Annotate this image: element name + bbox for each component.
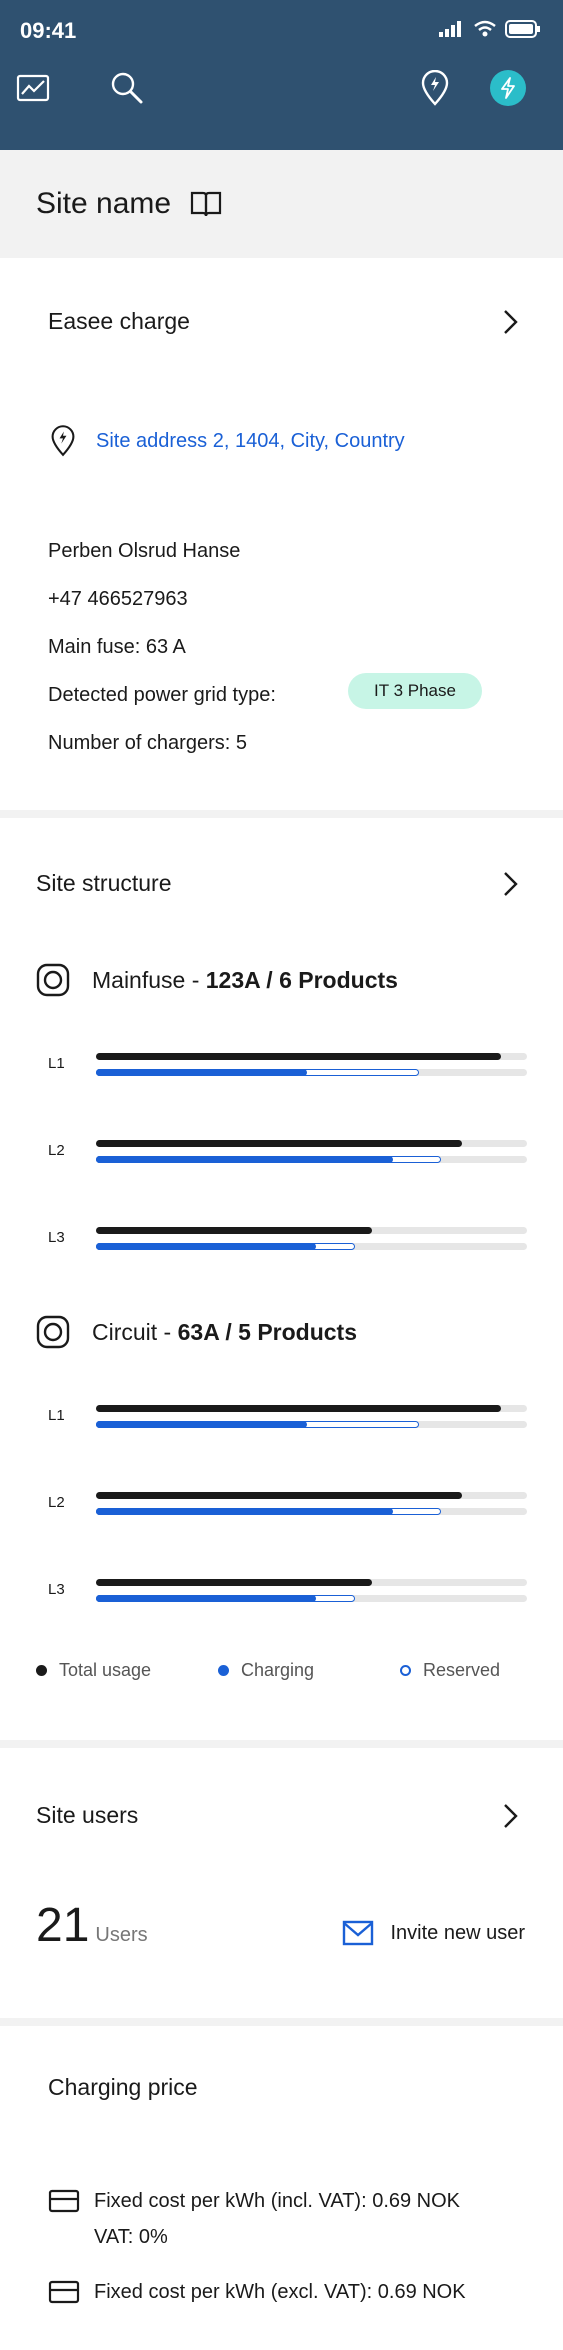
charging-price-section: Charging price Fixed cost per kWh (incl.… xyxy=(0,2026,563,2350)
envelope-icon xyxy=(343,1920,374,1946)
mainfuse-prefix: Mainfuse - xyxy=(92,966,206,993)
lightning-button[interactable] xyxy=(490,70,526,106)
mainfuse-group[interactable]: Mainfuse - 123A / 6 Products xyxy=(36,963,398,997)
site-users-section: Site users 21 Users Invite new user xyxy=(0,1748,563,2026)
circuit-prefix: Circuit - xyxy=(92,1318,178,1345)
legend-total: Total usage xyxy=(36,1660,151,1681)
invite-user-button[interactable]: Invite new user xyxy=(342,1920,525,1946)
page-title-bar: Site name xyxy=(0,150,563,258)
legend-reserved: Reserved xyxy=(400,1660,500,1681)
chevron-right-icon xyxy=(504,309,518,334)
total-usage-fill xyxy=(96,1492,463,1499)
total-usage-bar xyxy=(96,1579,527,1586)
charging-bar xyxy=(96,1069,527,1076)
charging-fill xyxy=(96,1595,316,1602)
phase-label: L1 xyxy=(48,1407,65,1424)
wifi-icon xyxy=(474,20,496,37)
phase-label: L1 xyxy=(48,1055,65,1072)
phase-label: L3 xyxy=(48,1581,65,1598)
fuse-icon xyxy=(36,963,70,997)
legend-reserved-label: Reserved xyxy=(423,1660,501,1680)
charging-fill xyxy=(96,1508,394,1515)
site-address-link[interactable]: Site address 2, 1404, City, Country xyxy=(96,430,405,453)
charging-fill xyxy=(96,1069,308,1076)
total-usage-bar xyxy=(96,1405,527,1412)
charging-bar xyxy=(96,1595,527,1602)
phase-label: L3 xyxy=(48,1229,65,1246)
phase-label: L2 xyxy=(48,1142,65,1159)
total-usage-fill xyxy=(96,1140,463,1147)
total-usage-fill xyxy=(96,1053,502,1060)
charger-count: Number of chargers: 5 xyxy=(48,732,247,754)
legend-dot-reserved xyxy=(400,1665,411,1676)
legend-charging: Charging xyxy=(218,1660,314,1681)
charging-fill xyxy=(96,1243,316,1250)
price-excl-row: Fixed cost per kWh (excl. VAT): 0.69 NOK xyxy=(48,2279,466,2310)
chevron-right-icon xyxy=(504,1803,518,1828)
grid-type-label: Detected power grid type: xyxy=(48,684,276,706)
analytics-icon[interactable] xyxy=(16,73,50,103)
invite-user-label: Invite new user xyxy=(390,1921,525,1944)
charging-bar xyxy=(96,1421,527,1428)
site-structure-header[interactable]: Site structure xyxy=(36,870,519,897)
total-usage-bar xyxy=(96,1053,527,1060)
charging-price-title: Charging price xyxy=(48,2074,198,2100)
site-structure-section: Site structure Mainfuse - 123A / 6 Produ… xyxy=(0,818,563,1748)
chevron-right-icon xyxy=(504,871,518,896)
user-count: 21 xyxy=(36,1899,90,1952)
site-users-title: Site users xyxy=(36,1802,139,1828)
status-icons xyxy=(439,20,541,38)
price-card-icon xyxy=(48,2280,80,2304)
legend-total-label: Total usage xyxy=(59,1660,152,1680)
lightning-icon xyxy=(501,77,515,99)
book-icon[interactable] xyxy=(189,190,223,218)
total-usage-bar xyxy=(96,1492,527,1499)
site-structure-title: Site structure xyxy=(36,870,172,896)
user-count-unit: Users xyxy=(95,1924,148,1946)
fuse-icon xyxy=(36,1315,70,1349)
charging-bar xyxy=(96,1243,527,1250)
total-usage-bar xyxy=(96,1227,527,1234)
legend-dot-total xyxy=(36,1665,47,1676)
circuit-group[interactable]: Circuit - 63A / 5 Products xyxy=(36,1315,357,1349)
site-name-row[interactable]: Easee charge xyxy=(48,308,519,335)
circuit-capacity: 63A / 5 Products xyxy=(177,1318,357,1345)
site-contact: Perben Olsrud Hanse xyxy=(48,540,241,562)
total-usage-fill xyxy=(96,1579,372,1586)
app-header: 09:41 xyxy=(0,0,563,150)
price-incl-row: Fixed cost per kWh (incl. VAT): 0.69 NOK… xyxy=(48,2188,460,2255)
charging-bar xyxy=(96,1508,527,1515)
phase-label: L2 xyxy=(48,1494,65,1511)
grid-type-badge: IT 3 Phase xyxy=(348,673,482,709)
total-usage-fill xyxy=(96,1227,372,1234)
vat-rate: VAT: 0% xyxy=(94,2226,168,2248)
mainfuse-capacity: 123A / 6 Products xyxy=(205,966,398,993)
site-address-row[interactable]: Site address 2, 1404, City, Country xyxy=(50,425,405,457)
charging-fill xyxy=(96,1421,308,1428)
status-time: 09:41 xyxy=(20,18,77,43)
site-phone[interactable]: +47 466527963 xyxy=(48,588,188,611)
main-fuse: Main fuse: 63 A xyxy=(48,636,186,658)
signal-icon xyxy=(439,21,461,37)
price-card-icon xyxy=(48,2189,80,2213)
location-pin-icon[interactable] xyxy=(420,70,450,106)
battery-icon xyxy=(505,20,540,38)
legend-charging-label: Charging xyxy=(241,1660,315,1680)
site-name: Easee charge xyxy=(48,308,190,334)
site-users-header[interactable]: Site users xyxy=(36,1802,519,1829)
total-usage-fill xyxy=(96,1405,502,1412)
legend-dot-charging xyxy=(218,1665,229,1676)
charging-fill xyxy=(96,1156,394,1163)
price-excl-vat: Fixed cost per kWh (excl. VAT): 0.69 NOK xyxy=(94,2281,466,2303)
charging-bar xyxy=(96,1156,527,1163)
page-title: Site name xyxy=(36,187,172,220)
search-icon[interactable] xyxy=(110,71,144,105)
location-pin-icon xyxy=(51,425,75,457)
price-incl-vat: Fixed cost per kWh (incl. VAT): 0.69 NOK xyxy=(94,2190,461,2212)
user-count-block: 21 Users xyxy=(36,1898,148,1953)
total-usage-bar xyxy=(96,1140,527,1147)
site-info-section: Easee charge Site address 2, 1404, City,… xyxy=(0,258,563,818)
